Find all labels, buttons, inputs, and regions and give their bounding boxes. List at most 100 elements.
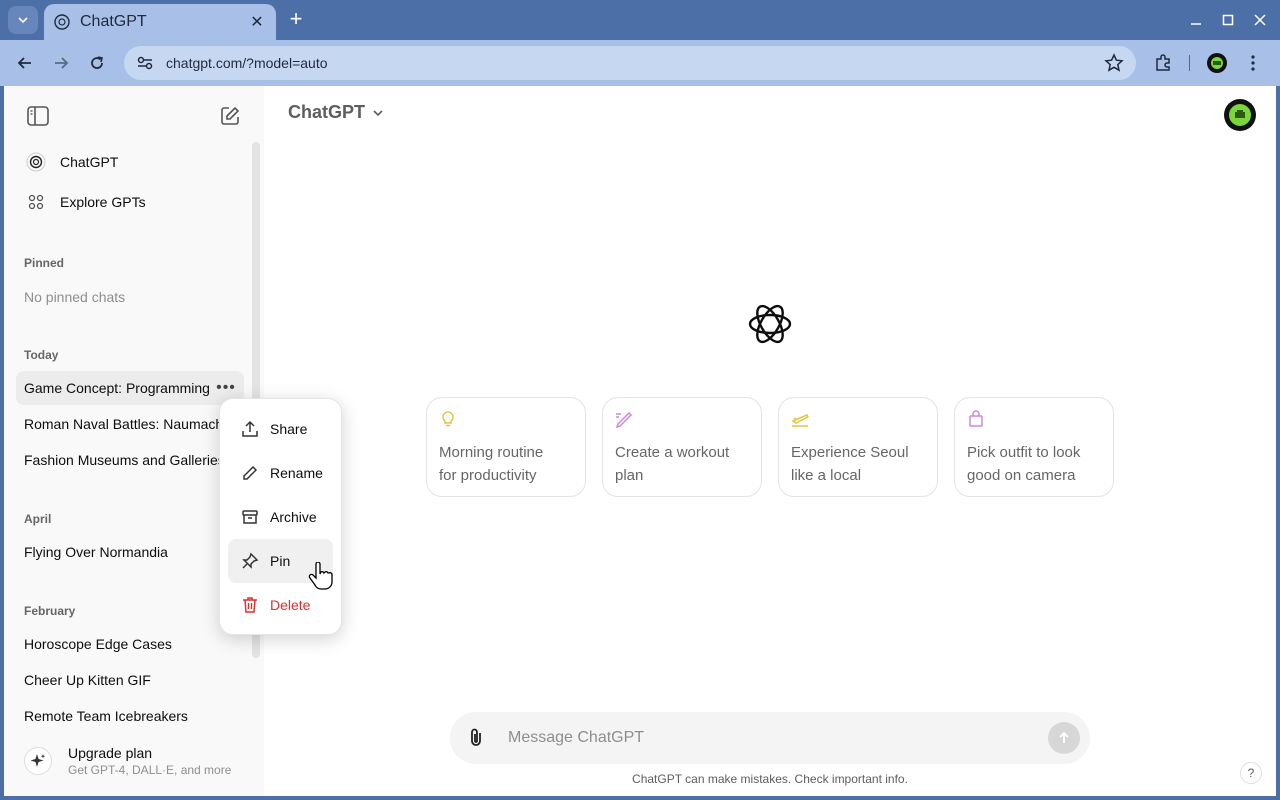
section-heading-february: February [24,604,76,618]
minimize-button[interactable] [1184,8,1208,32]
site-settings-icon [137,56,153,70]
model-selector[interactable]: ChatGPT [288,102,385,123]
new-tab-button[interactable]: + [284,8,308,32]
minimize-icon [1191,23,1201,25]
chat-item[interactable]: Remote Team Icebreakers [16,699,244,733]
chatgpt-app: ChatGPT Explore GPTs Pinned No pinned ch… [4,86,1276,796]
menu-item-label: Share [270,421,308,437]
reload-icon [91,56,103,69]
shopping-bag-icon [969,410,983,427]
toolbar-divider [1189,55,1190,71]
maximize-button[interactable] [1216,8,1240,32]
menu-item-label: Delete [270,597,311,613]
address-bar[interactable]: chatgpt.com/?model=auto [124,46,1136,80]
menu-item-share[interactable]: Share [228,407,333,451]
chat-item-label: Horoscope Edge Cases [24,636,172,652]
openai-logo-icon [748,304,792,344]
new-chat-button[interactable] [216,102,244,130]
sidebar-item-explore-gpts[interactable]: Explore GPTs [16,184,244,220]
chat-item-label: Fashion Museums and Galleries [24,452,225,468]
suggestion-text-line1: Morning routine [439,444,544,461]
chevron-down-icon [373,109,383,116]
url-text[interactable]: chatgpt.com/?model=auto [166,55,1104,71]
profile-button[interactable] [1204,50,1230,76]
trash-icon [240,595,260,615]
menu-item-archive[interactable]: Archive [228,495,333,539]
sidebar-item-label: Explore GPTs [60,194,146,210]
suggestion-text-line2: like a local [791,467,862,484]
avatar-icon [1229,104,1251,126]
browser-tab[interactable]: ChatGPT ✕ [44,4,276,40]
arrow-up-icon [1059,731,1069,743]
sidebar-item-label: ChatGPT [60,154,119,170]
help-button[interactable]: ? [1240,762,1262,784]
chevron-down-icon [18,17,28,24]
menu-item-label: Pin [270,553,291,569]
forward-button[interactable] [48,50,74,76]
menu-item-rename[interactable]: Rename [228,451,333,495]
back-button[interactable] [12,50,38,76]
suggestion-text-line1: Create a workout [615,444,730,461]
close-window-button[interactable] [1248,8,1272,32]
back-arrow-icon [17,57,31,69]
new-chat-pencil-icon [221,106,240,125]
toggle-sidebar-button[interactable] [24,102,52,130]
profile-avatar-icon [1207,53,1227,73]
tab-title: ChatGPT [80,13,147,30]
pen-icon [615,411,633,429]
section-heading-today: Today [24,348,59,362]
chatgpt-logo-icon [26,152,46,172]
chat-item-label: Cheer Up Kitten GIF [24,672,151,688]
suggestion-card[interactable]: Experience Seoul like a local [778,397,938,497]
chat-item-label: Remote Team Icebreakers [24,708,188,724]
browser-toolbar: chatgpt.com/?model=auto [0,40,1280,86]
chat-item-label: Game Concept: Programming [24,380,210,396]
chat-item[interactable]: Cheer Up Kitten GIF [16,663,244,697]
chat-item[interactable]: Fashion Museums and Galleries [16,443,244,477]
suggestion-text-line2: plan [615,467,644,484]
archive-icon [240,507,260,527]
menu-item-label: Rename [270,465,323,481]
close-icon [1254,14,1266,26]
message-composer: Message ChatGPT [450,712,1090,764]
chat-item-label: Roman Naval Battles: Naumach [24,416,224,432]
airplane-icon [791,414,810,427]
browser-tabbar: ChatGPT ✕ + [0,0,1280,40]
chat-context-menu: Share Rename Archive Pin Delete [219,398,342,635]
suggestion-text-line1: Pick outfit to look [967,444,1081,461]
bookmark-star-icon[interactable] [1104,53,1124,73]
chatgpt-favicon-icon [54,14,70,30]
paperclip-icon[interactable] [464,726,488,750]
puzzle-icon [1156,54,1170,71]
no-pinned-chats-text: No pinned chats [24,289,126,305]
reload-button[interactable] [84,50,110,76]
sparkle-icon [24,747,52,775]
chat-item[interactable]: Game Concept: Programming ••• [16,371,244,405]
chat-item[interactable]: Horoscope Edge Cases [16,627,244,661]
section-heading-april: April [24,512,52,526]
chat-item-label: Flying Over Normandia [24,544,168,560]
forward-arrow-icon [55,57,69,69]
share-icon [240,419,260,439]
upgrade-plan-button[interactable]: Upgrade plan Get GPT-4, DALL·E, and more [16,738,252,784]
browser-menu-button[interactable] [1240,50,1266,76]
extensions-button[interactable] [1150,50,1176,76]
upgrade-subtitle: Get GPT-4, DALL·E, and more [68,763,232,777]
chat-options-icon[interactable]: ••• [214,376,238,400]
menu-item-label: Archive [270,509,317,525]
send-button[interactable] [1048,722,1080,754]
message-input[interactable]: Message ChatGPT [508,729,1048,747]
pencil-icon [240,463,260,483]
sidebar-item-chatgpt[interactable]: ChatGPT [16,144,244,180]
pin-icon [240,551,260,571]
suggestion-text-line1: Experience Seoul [791,444,909,461]
sidebar-toggle-icon [27,106,49,126]
chat-item[interactable]: Flying Over Normandia [16,535,244,569]
tab-close-icon[interactable]: ✕ [248,12,266,32]
suggestion-card[interactable]: Morning routine for productivity [426,397,586,497]
suggestion-card[interactable]: Create a workout plan [602,397,762,497]
user-avatar[interactable] [1224,99,1256,131]
tab-search-button[interactable] [8,6,38,34]
chat-item[interactable]: Roman Naval Battles: Naumach [16,407,244,441]
suggestion-card[interactable]: Pick outfit to look good on camera [954,397,1114,497]
